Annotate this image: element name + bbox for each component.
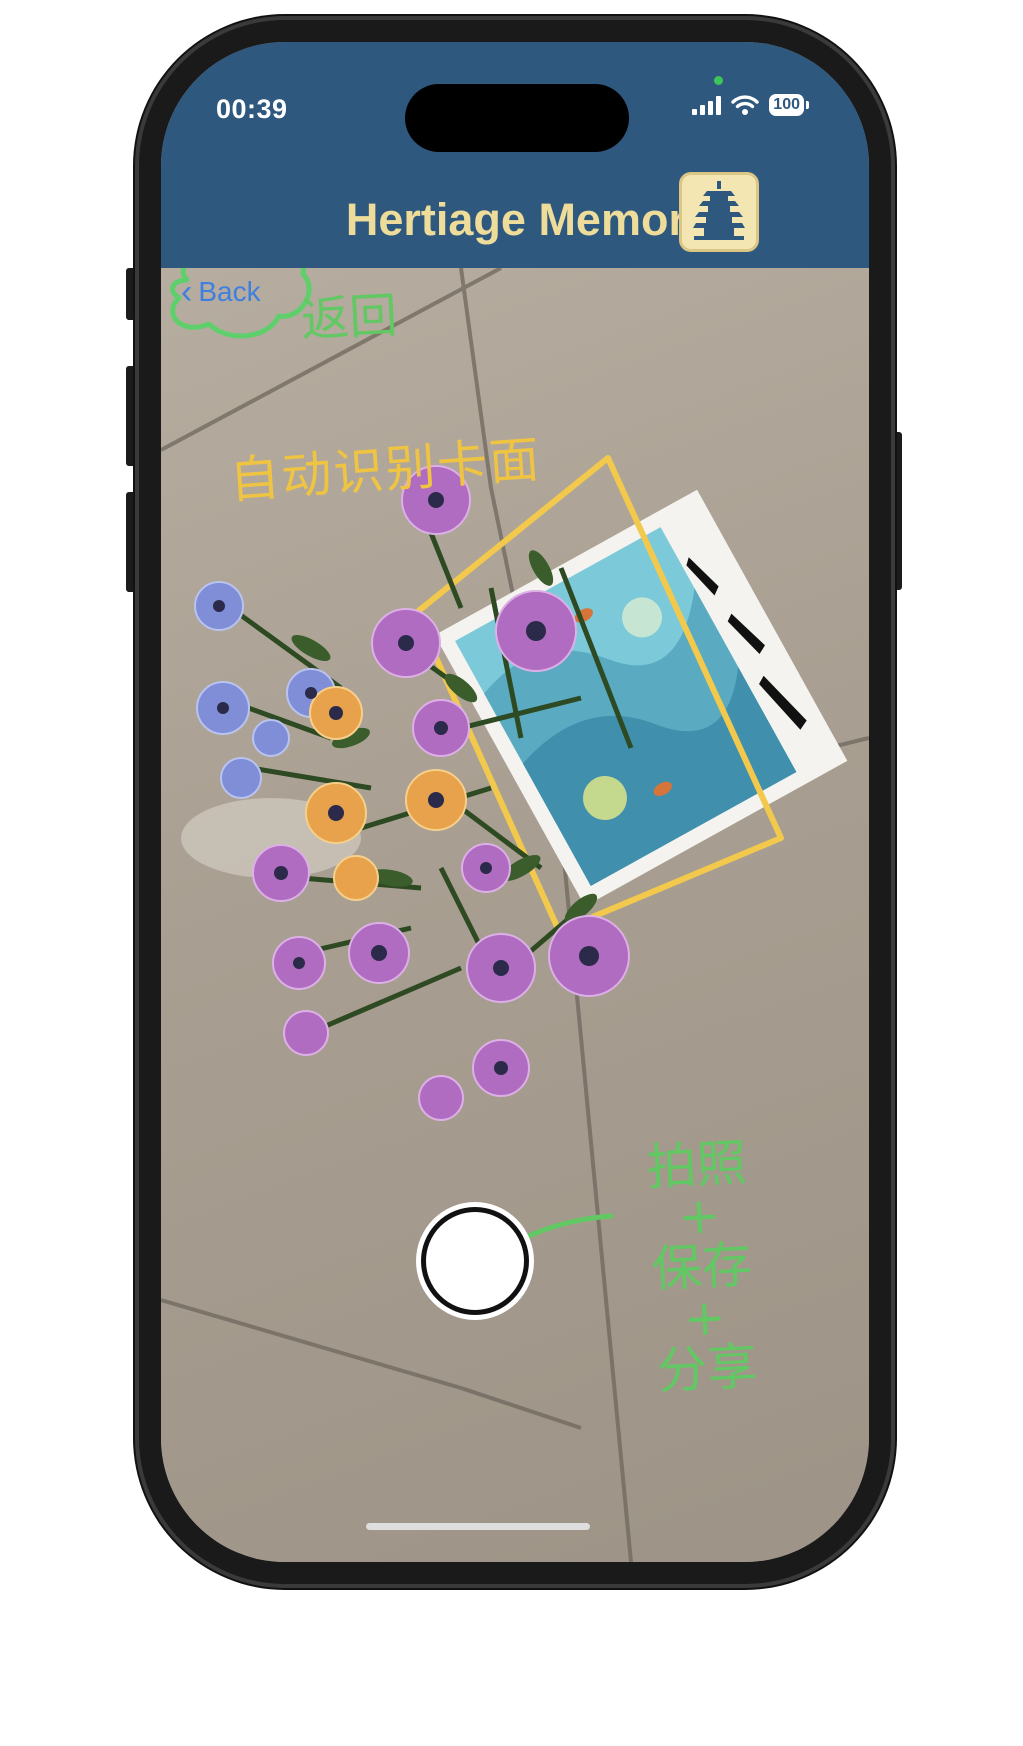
battery-icon: 100 xyxy=(769,94,809,116)
back-label: Back xyxy=(198,276,261,307)
back-button[interactable]: ‹ Back xyxy=(181,264,301,320)
status-icons: 100 xyxy=(692,94,809,116)
phone-frame: 00:39 100 Hertiage Memory ‹ Back 返回 自动识别… xyxy=(135,16,895,1588)
app-title: Hertiage Memory xyxy=(345,194,711,245)
cellular-signal-icon xyxy=(692,95,722,115)
app-header: 00:39 100 Hertiage Memory xyxy=(161,42,869,268)
shutter-button[interactable] xyxy=(421,1207,529,1315)
screenshot: 00:39 100 Hertiage Memory ‹ Back 返回 自动识别… xyxy=(0,0,1023,1746)
camera-in-use-dot xyxy=(714,76,723,85)
pagoda-logo-icon xyxy=(679,172,759,252)
status-time: 00:39 xyxy=(216,94,288,124)
home-indicator[interactable] xyxy=(366,1523,590,1530)
annotation-back-note: 返回 xyxy=(299,287,399,349)
capture-note-line: 分享 xyxy=(655,1337,759,1401)
wifi-icon xyxy=(731,94,759,116)
annotation-capture-note: 拍照 + 保存 + 分享 xyxy=(620,1134,783,1401)
phone-screen: 00:39 100 Hertiage Memory ‹ Back 返回 自动识别… xyxy=(161,42,869,1562)
detected-card xyxy=(434,489,848,907)
dynamic-island xyxy=(405,84,629,152)
battery-level: 100 xyxy=(769,94,804,116)
chevron-left-icon: ‹ xyxy=(181,273,193,311)
